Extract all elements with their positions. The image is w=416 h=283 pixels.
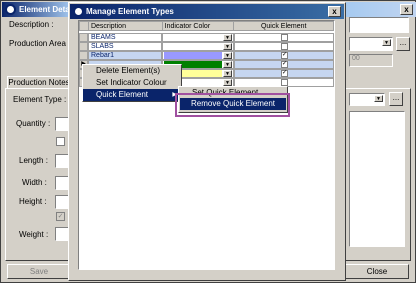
notes-area[interactable] [349, 111, 405, 247]
dialog-title: Manage Element Types [86, 7, 174, 16]
dialog-titlebar: Manage Element Types x [70, 4, 344, 19]
checkbox-2-disabled: ✓ [56, 212, 65, 221]
chevron-down-icon[interactable]: ▼ [382, 39, 391, 46]
menu-item-set-indicator-colour[interactable]: Set Indicator Colour [83, 77, 181, 89]
quantity-field[interactable] [55, 117, 69, 131]
height-label: Height : [19, 197, 47, 206]
element-details-title: Element Deta [19, 5, 70, 14]
quick-element-checkbox[interactable] [281, 43, 288, 50]
cell-quick-element [234, 33, 334, 42]
chevron-down-icon[interactable]: ▼ [223, 70, 232, 77]
close-button[interactable]: Close [345, 264, 409, 279]
app-icon [5, 4, 16, 15]
chevron-down-icon[interactable]: ▼ [223, 79, 232, 86]
cell-indicator-color[interactable]: ▼ [162, 33, 234, 42]
right-value-field[interactable]: 00 [349, 54, 393, 67]
cell-indicator-color[interactable]: ▼ [162, 51, 234, 60]
element-type-label: Element Type : [13, 95, 67, 104]
production-area-select[interactable]: ▼ [349, 37, 393, 51]
quick-element-checkbox[interactable] [281, 79, 288, 86]
color-swatch [164, 52, 222, 59]
element-type-select[interactable]: ▼ [349, 93, 385, 106]
element-details-titlebar: Element Deta [2, 2, 72, 17]
close-icon[interactable]: x [400, 4, 413, 15]
production-area-browse-button[interactable]: ... [396, 37, 410, 51]
width-field[interactable] [55, 176, 69, 190]
cell-quick-element: ✓ [234, 60, 334, 69]
save-button[interactable]: Save [7, 264, 71, 279]
cell-indicator-color[interactable]: ▼ [162, 42, 234, 51]
checkbox-1[interactable] [56, 137, 65, 146]
row-header[interactable] [79, 42, 88, 51]
quick-element-checkbox[interactable]: ✓ [281, 61, 288, 68]
manage-element-types-dialog: Manage Element Types x Description Indic… [68, 2, 346, 281]
element-details-titlebar-right: x [346, 2, 416, 17]
menu-item-quick-element[interactable]: Quick Element ▶ [83, 89, 181, 101]
length-field[interactable] [55, 154, 69, 168]
chevron-down-icon[interactable]: ▼ [374, 95, 383, 102]
cell-quick-element: ✓ [234, 51, 334, 60]
length-label: Length : [19, 156, 48, 165]
element-types-table: Description Indicator Color Quick Elemen… [79, 21, 334, 31]
row-header[interactable] [79, 51, 88, 60]
close-icon[interactable]: x [328, 6, 341, 17]
menu-item-remove-quick-element[interactable]: Remove Quick Element [180, 98, 286, 110]
context-menu: Delete Element(s) Set Indicator Colour Q… [82, 64, 182, 102]
table-row[interactable]: BEAMS ▼ [79, 33, 334, 42]
column-header-indicator-color[interactable]: Indicator Color [161, 21, 235, 31]
column-header-description[interactable]: Description [87, 21, 163, 31]
weight-label: Weight : [19, 230, 49, 239]
element-type-browse-button[interactable]: ... [389, 92, 403, 106]
column-header-quick-element[interactable]: Quick Element [233, 21, 334, 31]
menu-item-delete-elements[interactable]: Delete Element(s) [83, 65, 181, 77]
description-label: Description : [9, 20, 54, 29]
quantity-label: Quantity : [16, 119, 51, 128]
table-row[interactable]: Rebar1 ▼ ✓ [79, 51, 334, 60]
quick-element-checkbox[interactable]: ✓ [281, 52, 288, 59]
description-field[interactable] [349, 17, 409, 33]
color-swatch [164, 43, 222, 50]
chevron-down-icon[interactable]: ▼ [223, 34, 232, 41]
chevron-down-icon[interactable]: ▼ [223, 61, 232, 68]
production-area-label: Production Area : [9, 39, 71, 48]
cell-description[interactable]: SLABS [88, 42, 162, 51]
quick-element-checkbox[interactable]: ✓ [281, 70, 288, 77]
cell-quick-element [234, 42, 334, 51]
width-label: Width : [22, 178, 47, 187]
cell-description[interactable]: BEAMS [88, 33, 162, 42]
weight-field[interactable] [55, 227, 69, 241]
table-header: Description Indicator Color Quick Elemen… [79, 21, 334, 31]
color-swatch [164, 34, 222, 41]
cell-description[interactable]: Rebar1 [88, 51, 162, 60]
table-row[interactable]: SLABS ▼ [79, 42, 334, 51]
cell-quick-element: ✓ [234, 69, 334, 78]
quick-element-checkbox[interactable] [281, 34, 288, 41]
chevron-down-icon[interactable]: ▼ [223, 43, 232, 50]
row-header[interactable] [79, 33, 88, 42]
app-icon [73, 6, 84, 17]
chevron-down-icon[interactable]: ▼ [223, 52, 232, 59]
height-field[interactable] [55, 195, 69, 209]
row-header-corner [79, 21, 89, 31]
